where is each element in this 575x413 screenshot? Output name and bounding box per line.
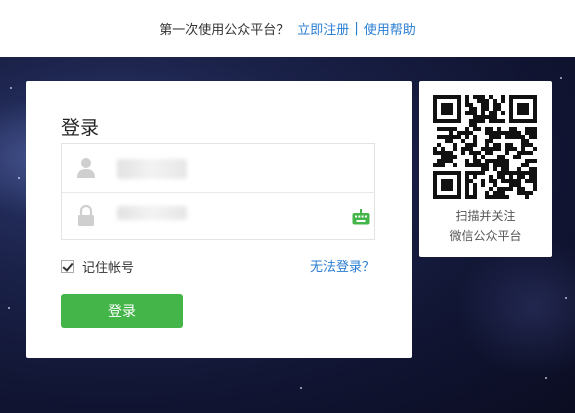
password-value-blurred [117, 206, 187, 220]
credentials-box [61, 143, 375, 240]
login-title: 登录 [61, 117, 100, 139]
qr-card: 扫描并关注 微信公众平台 [419, 81, 552, 257]
lock-icon [78, 205, 94, 226]
cannot-login-link[interactable]: 无法登录？ [310, 256, 375, 275]
user-icon [77, 158, 95, 178]
remember-label: 记住帐号 [82, 261, 135, 276]
star [18, 177, 20, 179]
help-link[interactable]: 使用帮助 [364, 19, 416, 38]
star [565, 297, 567, 299]
qr-caption-platform: 微信公众平台 [449, 229, 522, 243]
password-field[interactable] [62, 192, 374, 240]
login-button[interactable]: 登录 [61, 294, 183, 328]
check-icon [62, 260, 74, 272]
qr-caption-scan: 扫描并关注 [455, 209, 516, 223]
star [8, 307, 10, 309]
star [545, 377, 547, 379]
background-glow [455, 237, 575, 377]
link-separator: | [354, 21, 359, 36]
remember-account[interactable]: 记住帐号 [61, 257, 134, 276]
top-bar: 第一次使用公众平台？ 立即注册 | 使用帮助 [0, 0, 575, 57]
register-link[interactable]: 立即注册 [297, 19, 349, 38]
star [300, 387, 302, 389]
username-value-blurred [117, 159, 187, 179]
username-field[interactable] [62, 144, 374, 193]
star [10, 87, 12, 89]
login-card: 登录 记住帐号 无法登录？ 登录 [26, 81, 412, 358]
first-time-question: 第一次使用公众平台？ [159, 23, 290, 38]
star [560, 77, 562, 79]
qr-code [433, 95, 537, 199]
keyboard-icon[interactable] [352, 209, 370, 225]
remember-checkbox[interactable] [61, 260, 74, 273]
